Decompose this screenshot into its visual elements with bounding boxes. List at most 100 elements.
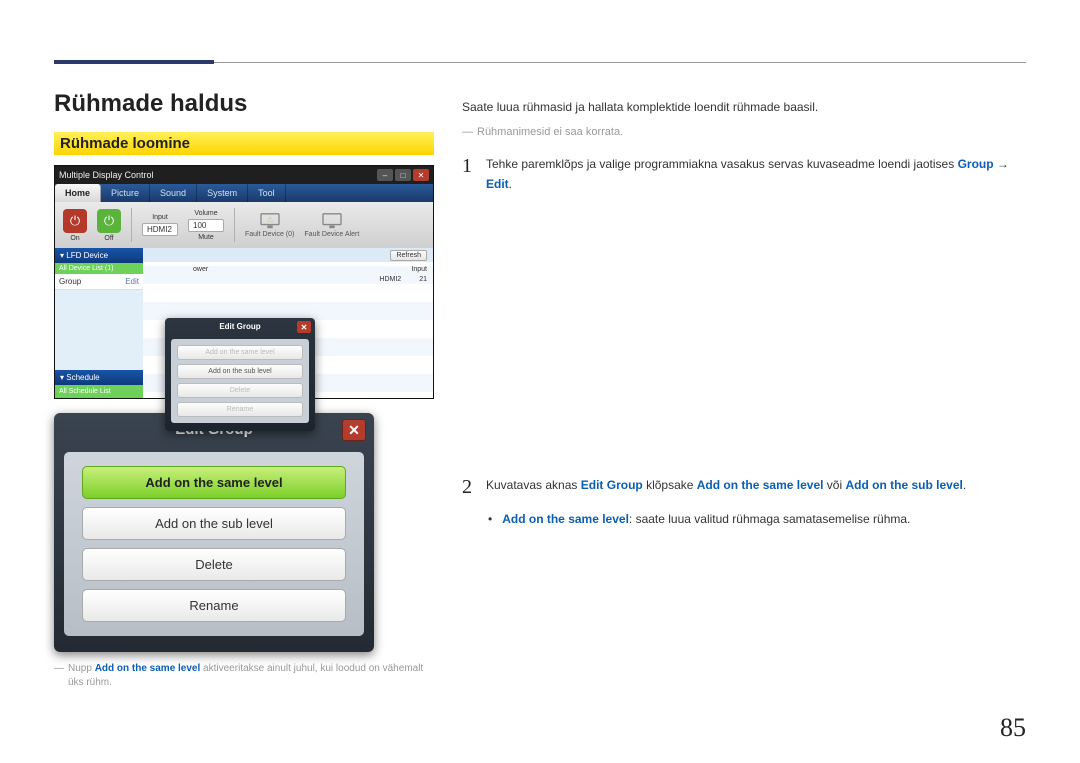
- footnote-text: Nupp Add on the same level aktiveeritaks…: [68, 662, 434, 690]
- ribbon-divider-2: [234, 208, 235, 242]
- step-2-text: Kuvatavas aknas Edit Group klõpsake Add …: [486, 475, 966, 530]
- section-title: Rühmade haldus: [54, 90, 434, 118]
- content-columns: Rühmade haldus Rühmade loomine Multiple …: [54, 90, 1026, 690]
- popup-delete[interactable]: Delete: [177, 383, 303, 398]
- grid-header: Refresh: [143, 248, 433, 262]
- step-2-mid2: või: [823, 478, 845, 492]
- dialog-body: Add on the same level Add on the sub lev…: [64, 452, 364, 636]
- popup-add-same-level[interactable]: Add on the same level: [177, 345, 303, 360]
- dialog-add-sub-level[interactable]: Add on the sub level: [82, 507, 346, 540]
- step-2-bullet: • Add on the same level: saate luua vali…: [488, 509, 966, 529]
- mdc-ribbon: ⏻ On ⏻ Off Input HDMI2 Volume 100 Mute: [55, 202, 433, 248]
- grid-col-power: ower: [193, 266, 208, 273]
- note-text: Rühmanimesid ei saa korrata.: [477, 126, 623, 138]
- edit-group-popup: Edit Group ✕ Add on the same level Add o…: [165, 318, 315, 431]
- mdc-tabs: Home Picture Sound System Tool: [55, 184, 433, 202]
- tab-home[interactable]: Home: [55, 184, 101, 202]
- left-column: Rühmade haldus Rühmade loomine Multiple …: [54, 90, 434, 690]
- fault-alert-label: Fault Device Alert: [304, 231, 359, 238]
- fault-device-label: Fault Device (0): [245, 231, 294, 238]
- minimize-button[interactable]: –: [377, 169, 393, 181]
- tab-sound[interactable]: Sound: [150, 184, 197, 202]
- power-off-icon: ⏻: [97, 209, 121, 233]
- svg-text:⚠: ⚠: [266, 215, 273, 224]
- popup-add-sub-level[interactable]: Add on the sub level: [177, 364, 303, 379]
- mdc-titlebar: Multiple Display Control – □ ✕: [55, 166, 433, 184]
- tab-picture[interactable]: Picture: [101, 184, 150, 202]
- fault-device[interactable]: ⚠ Fault Device (0): [245, 212, 294, 238]
- sidebar-lfd-header[interactable]: ▾ LFD Device: [55, 248, 143, 263]
- step-2-end: .: [963, 478, 966, 492]
- ribbon-volume: Volume 100 Mute: [188, 210, 224, 241]
- step-2-pre: Kuvatavas aknas: [486, 478, 581, 492]
- sidebar-group-label: Group: [59, 277, 81, 286]
- sidebar-schedule-header[interactable]: ▾ Schedule: [55, 370, 143, 385]
- mute-label: Mute: [198, 234, 214, 241]
- bullet-dot: •: [488, 509, 492, 529]
- input-select[interactable]: HDMI2: [142, 223, 178, 236]
- note-line: ― Rühmanimesid ei saa korrata.: [462, 126, 1026, 138]
- page-top-accent: [54, 60, 214, 64]
- monitor-alert-icon: [321, 212, 343, 230]
- close-button[interactable]: ✕: [413, 169, 429, 181]
- input-label: Input: [152, 214, 168, 221]
- bullet-text: Add on the same level: saate luua valitu…: [502, 509, 910, 529]
- step-2-mid1: klõpsake: [643, 478, 697, 492]
- popup-close-button[interactable]: ✕: [297, 321, 311, 333]
- ribbon-power-off[interactable]: ⏻ Off: [97, 209, 121, 242]
- maximize-button[interactable]: □: [395, 169, 411, 181]
- volume-select[interactable]: 100: [188, 219, 224, 232]
- step-2-number: 2: [462, 475, 472, 530]
- subsection-title: Rühmade loomine: [54, 132, 434, 155]
- step-spacer: [462, 215, 1026, 475]
- popup-header: Edit Group ✕: [165, 318, 315, 335]
- dialog-rename[interactable]: Rename: [82, 589, 346, 622]
- step-1-text: Tehke paremklõps ja valige programmiakna…: [486, 154, 1026, 195]
- popup-body: Add on the same level Add on the sub lev…: [171, 339, 309, 423]
- step-1-kw-group: Group: [958, 157, 994, 171]
- refresh-button[interactable]: Refresh: [390, 250, 427, 261]
- ribbon-divider: [131, 208, 132, 242]
- footnote-pre: Nupp: [68, 663, 95, 674]
- window-controls: – □ ✕: [377, 169, 429, 181]
- tab-system[interactable]: System: [197, 184, 248, 202]
- sidebar-all-devices[interactable]: All Device List (1): [55, 263, 143, 274]
- step-2-kw-sub: Add on the sub level: [845, 478, 962, 492]
- step-1: 1 Tehke paremklõps ja valige programmiak…: [462, 154, 1026, 195]
- edit-group-dialog: Edit Group ✕ Add on the same level Add o…: [54, 413, 374, 652]
- step-2-kw-same: Add on the same level: [697, 478, 824, 492]
- fault-alert[interactable]: Fault Device Alert: [304, 212, 359, 238]
- mdc-window-title: Multiple Display Control: [59, 170, 154, 180]
- step-2-kw-dlg: Edit Group: [581, 478, 643, 492]
- step-1-end: .: [509, 177, 512, 191]
- step-1-kw-edit: Edit: [486, 177, 509, 191]
- monitor-warning-icon: ⚠: [259, 212, 281, 230]
- mdc-body: ▾ LFD Device All Device List (1) Group E…: [55, 248, 433, 398]
- footnote-highlight: Add on the same level: [95, 663, 201, 674]
- tab-tool[interactable]: Tool: [248, 184, 286, 202]
- volume-label: Volume: [194, 210, 217, 217]
- step-1-pre: Tehke paremklõps ja valige programmiakna…: [486, 157, 958, 171]
- power-off-label: Off: [104, 235, 113, 242]
- grid-col-input: Input: [411, 266, 427, 273]
- footnote: ― Nupp Add on the same level aktiveerita…: [54, 662, 434, 690]
- grid-data-row: HDMI2 21: [379, 276, 427, 283]
- footnote-mark: ―: [54, 662, 64, 690]
- popup-rename[interactable]: Rename: [177, 402, 303, 417]
- dialog-close-button[interactable]: ✕: [342, 419, 366, 441]
- sidebar-all-schedule[interactable]: All Schedule List: [55, 385, 143, 398]
- sidebar-edit-link[interactable]: Edit: [125, 277, 139, 286]
- grid-cell-input: HDMI2: [379, 276, 401, 283]
- page-number: 85: [1000, 713, 1026, 743]
- sidebar-group-row[interactable]: Group Edit: [55, 274, 143, 290]
- power-on-icon: ⏻: [63, 209, 87, 233]
- ribbon-power-on[interactable]: ⏻ On: [63, 209, 87, 242]
- note-mark: ―: [462, 126, 473, 138]
- right-column: Saate luua rühmasid ja hallata komplekti…: [462, 90, 1026, 690]
- dialog-add-same-level[interactable]: Add on the same level: [82, 466, 346, 499]
- step-1-number: 1: [462, 154, 472, 195]
- dialog-delete[interactable]: Delete: [82, 548, 346, 581]
- mdc-app-window: Multiple Display Control – □ ✕ Home Pict…: [54, 165, 434, 399]
- step-1-arrow: →: [994, 157, 1009, 171]
- grid-cell-num: 21: [419, 276, 427, 283]
